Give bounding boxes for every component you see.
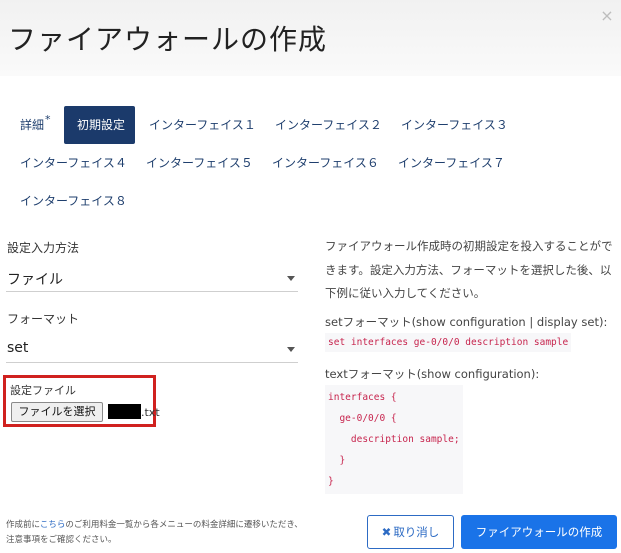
text-format-label: textフォーマット(show configuration): <box>325 367 540 381</box>
close-icon[interactable]: × <box>599 8 615 24</box>
tab-initial-settings[interactable]: 初期設定 <box>64 106 135 144</box>
choose-file-button[interactable]: ファイルを選択 <box>11 402 103 422</box>
tab-label: インターフェイス２ <box>275 118 382 132</box>
required-marker: * <box>45 113 51 126</box>
pricing-link[interactable]: こちら <box>40 520 66 530</box>
footer-note-line-1: 作成前にこちらのご利用料金一覧から各メニューの料金詳細に遷移いただき、 <box>6 518 303 530</box>
cancel-label: 取り消し <box>393 525 440 539</box>
tab-label: 初期設定 <box>77 118 126 132</box>
tab-label: 詳細 <box>20 118 45 132</box>
selected-file-name: .txt <box>108 404 160 421</box>
input-method-label: 設定入力方法 <box>7 241 80 255</box>
chevron-down-icon <box>287 347 295 352</box>
tab-label: インターフェイス３ <box>401 118 508 132</box>
modal-title: ファイアウォールの作成 <box>8 23 328 56</box>
modal-header: ファイアウォールの作成 × <box>0 0 621 76</box>
set-format-example: set interfaces ge-0/0/0 description samp… <box>325 333 572 352</box>
input-method-value: ファイル <box>7 272 63 288</box>
tab-label: インターフェイス６ <box>272 156 379 170</box>
input-method-select[interactable]: ファイル <box>6 264 298 292</box>
tab-label: インターフェイス７ <box>398 156 505 170</box>
file-extension: .txt <box>141 406 160 419</box>
format-label: フォーマット <box>7 312 80 326</box>
redacted-filename <box>108 404 141 419</box>
text-format-example: interfaces { ge-0/0/0 { description samp… <box>325 385 463 494</box>
tab-label: インターフェイス４ <box>20 156 127 170</box>
tab-interface-5[interactable]: インターフェイス５ <box>133 144 266 182</box>
help-intro-line-2: きます。設定入力方法、フォーマットを選択した後、以 <box>325 263 612 277</box>
close-icon: ✖ <box>381 525 392 539</box>
footer-note-suffix: のご利用料金一覧から各メニューの料金詳細に遷移いただき、 <box>65 520 303 530</box>
tab-interface-1[interactable]: インターフェイス１ <box>136 106 269 144</box>
chevron-down-icon <box>287 276 295 281</box>
format-value: set <box>7 340 29 356</box>
help-intro-line-3: 下例に従い入力してください。 <box>325 286 486 300</box>
format-select[interactable]: set <box>6 335 298 363</box>
footer-note-prefix: 作成前に <box>6 520 40 530</box>
config-file-highlight: 設定ファイル ファイルを選択 .txt <box>3 375 160 427</box>
help-intro-line-1: ファイアウォール作成時の初期設定を投入することがで <box>325 239 613 253</box>
tab-label: インターフェイス１ <box>149 118 256 132</box>
set-format-label: setフォーマット(show configuration | display s… <box>325 315 608 329</box>
tab-interface-8[interactable]: インターフェイス８ <box>7 182 140 220</box>
footer-note-line-2: 注意事項をご確認ください。 <box>6 535 117 545</box>
config-file-label: 設定ファイル <box>10 384 76 397</box>
tab-label: インターフェイス８ <box>20 194 127 208</box>
tab-interface-6[interactable]: インターフェイス６ <box>259 144 392 182</box>
tab-interface-2[interactable]: インターフェイス２ <box>262 106 395 144</box>
tab-interface-3[interactable]: インターフェイス３ <box>388 106 521 144</box>
cancel-button[interactable]: ✖ 取り消し <box>367 515 454 549</box>
create-firewall-button[interactable]: ファイアウォールの作成 <box>461 515 617 549</box>
tab-label: インターフェイス５ <box>146 156 253 170</box>
create-label: ファイアウォールの作成 <box>475 525 603 539</box>
tab-interface-4[interactable]: インターフェイス４ <box>7 144 140 182</box>
tab-details[interactable]: 詳細* <box>7 106 64 144</box>
tab-interface-7[interactable]: インターフェイス７ <box>385 144 518 182</box>
